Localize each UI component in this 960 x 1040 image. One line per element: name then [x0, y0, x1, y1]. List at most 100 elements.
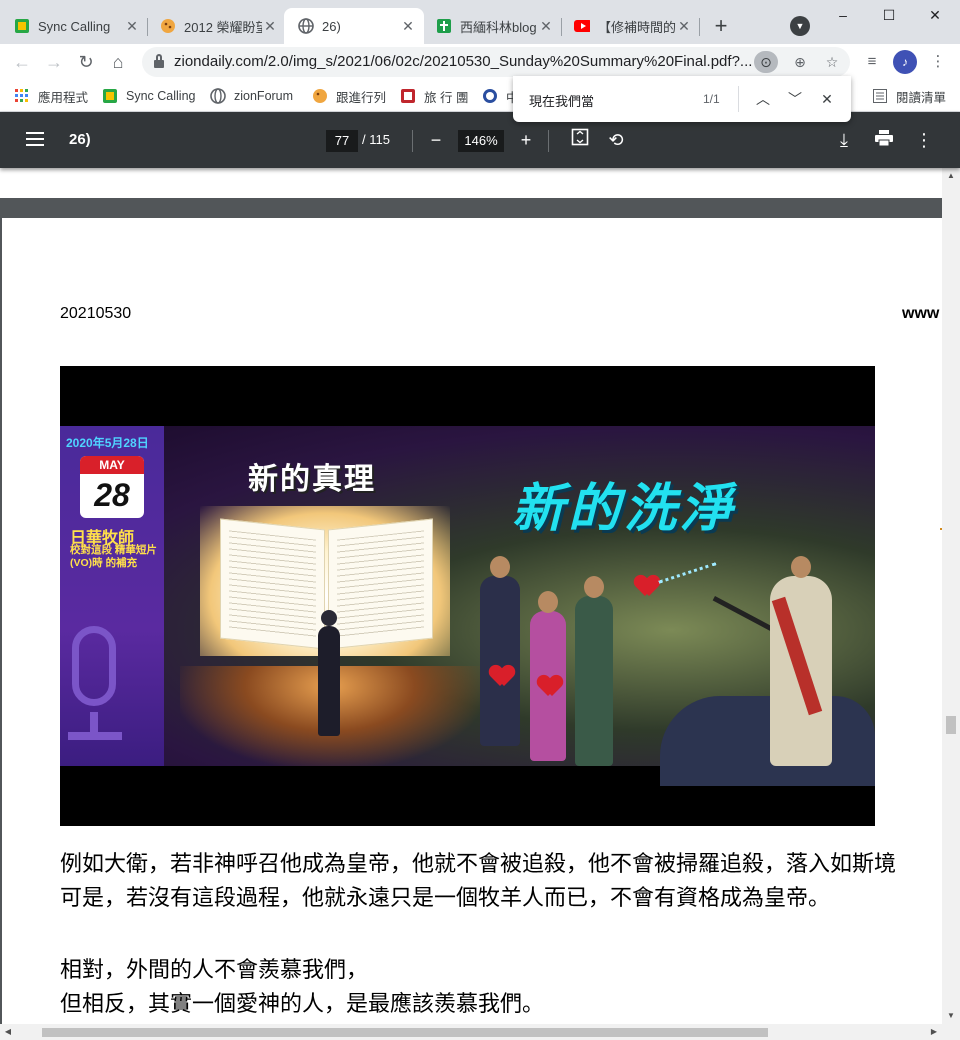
new-tab-button[interactable]: + — [708, 14, 734, 40]
zoom-level-input[interactable]: 146% — [458, 130, 504, 152]
maximize-button[interactable]: ☐ — [866, 0, 912, 30]
rotate-icon[interactable]: ⟲ — [604, 128, 628, 152]
vehicle-shape — [660, 696, 875, 786]
find-previous-icon[interactable]: ︿ — [751, 87, 775, 111]
youtube-icon — [574, 18, 590, 34]
globe-icon — [298, 18, 314, 34]
cookie-icon — [312, 88, 328, 104]
zoom-out-icon[interactable]: − — [424, 128, 448, 152]
lock-icon[interactable] — [154, 54, 164, 68]
page-date: 20210530 — [60, 305, 132, 322]
close-tab-icon[interactable]: ✕ — [538, 18, 554, 34]
find-divider — [738, 86, 739, 112]
find-input[interactable]: 現在我們當 — [529, 91, 594, 110]
close-tab-icon[interactable]: ✕ — [262, 18, 278, 34]
url-text: ziondaily.com/2.0/img_s/2021/06/02c/2021… — [174, 53, 753, 70]
close-window-button[interactable]: ✕ — [912, 0, 958, 30]
vertical-scrollbar[interactable]: ▲ ▼ — [942, 168, 960, 1024]
banner-date: 2020年5月28日 — [66, 436, 149, 450]
banner-sidebar: 2020年5月28日 MAY 28 日華牧師 校對這段 精華短片(VO)時 的補… — [60, 426, 164, 766]
scroll-left-icon[interactable]: ◀ — [0, 1024, 16, 1040]
banner-title-truth: 新的真理 — [248, 463, 376, 496]
tab-title: 2012 榮耀盼望 — [184, 19, 262, 35]
book-page-left — [220, 518, 325, 650]
book-page-right — [328, 518, 433, 650]
pdf-viewport[interactable]: 20210530 www 2020年5月28日 MAY 28 日華牧師 校對這段… — [0, 168, 942, 1024]
tab-title: 西緬科林blog — [460, 19, 537, 35]
sync-calling-icon — [14, 18, 30, 34]
reading-list[interactable]: 閱讀清單 — [872, 84, 946, 108]
find-in-page-icon[interactable]: ⊙ — [754, 51, 778, 73]
bookmark-apps[interactable]: 應用程式 — [14, 84, 88, 108]
fit-page-icon[interactable] — [568, 128, 592, 152]
tab-pdf-active[interactable]: 26) ✕ — [284, 8, 424, 44]
reload-icon[interactable]: ↻ — [72, 48, 100, 76]
person-figure — [575, 576, 613, 766]
green-cross-icon — [436, 18, 452, 34]
print-icon[interactable] — [872, 128, 896, 152]
vertical-scroll-thumb[interactable] — [946, 716, 956, 734]
tab-blog[interactable]: 西緬科林blog ✕ — [422, 8, 562, 44]
back-arrow-icon[interactable]: ← — [8, 48, 36, 76]
horizontal-scrollbar[interactable]: ◀ ▶ — [0, 1024, 960, 1040]
bookmark-label: 應用程式 — [38, 90, 89, 105]
zoom-in-icon[interactable]: + — [514, 128, 538, 152]
find-count: 1/1 — [703, 92, 720, 106]
menu-dots-icon[interactable]: ⋮ — [926, 50, 950, 74]
cookie-icon — [160, 18, 176, 34]
scroll-right-icon[interactable]: ▶ — [926, 1024, 942, 1040]
bookmark-sync-calling[interactable]: Sync Calling — [102, 84, 195, 108]
standing-figure — [318, 610, 340, 736]
zoom-icon[interactable]: ⊕ — [788, 51, 812, 73]
previous-page-edge — [0, 168, 942, 198]
calendar-month: MAY — [80, 456, 144, 474]
paragraph-line: 但相反，其實一個愛神的人，是最應該羨慕我們。 — [60, 992, 545, 1017]
minimize-button[interactable]: – — [820, 0, 866, 30]
bookmark-label: zionForum — [234, 89, 294, 103]
banner-artwork: 2020年5月28日 MAY 28 日華牧師 校對這段 精華短片(VO)時 的補… — [60, 426, 875, 786]
bookmark-followup[interactable]: 跟進行列 — [312, 84, 386, 108]
toolbar-divider — [412, 130, 413, 152]
home-icon[interactable]: ⌂ — [104, 48, 132, 76]
reading-list-icon — [872, 88, 888, 104]
tab-search-icon[interactable]: ▼ — [790, 16, 810, 36]
tab-youtube[interactable]: 【修補時間的 ✕ — [560, 8, 700, 44]
clock-icon — [482, 88, 498, 104]
profile-avatar[interactable]: ♪ — [893, 50, 917, 74]
bookmark-label: Sync Calling — [126, 89, 196, 103]
find-bar: 現在我們當 1/1 ︿ ﹀ ✕ — [513, 76, 851, 122]
scroll-up-icon[interactable]: ▲ — [942, 168, 960, 184]
forward-arrow-icon[interactable]: → — [40, 48, 68, 76]
address-bar[interactable]: ziondaily.com/2.0/img_s/2021/06/02c/2021… — [142, 47, 850, 77]
find-close-icon[interactable]: ✕ — [815, 87, 839, 111]
apps-grid-icon — [14, 88, 30, 104]
globe-icon — [210, 88, 226, 104]
tab-title: 【修補時間的 — [598, 19, 676, 35]
tab-2012[interactable]: 2012 榮耀盼望 ✕ — [146, 8, 286, 44]
bookmark-travel[interactable]: 旅 行 團 — [400, 84, 468, 108]
close-tab-icon[interactable]: ✕ — [124, 18, 140, 34]
find-next-icon[interactable]: ﹀ — [783, 87, 807, 111]
close-tab-icon[interactable]: ✕ — [676, 18, 692, 34]
water-spray — [658, 562, 722, 600]
tab-strip: Sync Calling ✕ 2012 榮耀盼望 ✕ 26) ✕ 西緬科林blo… — [0, 0, 960, 44]
seal-icon — [400, 88, 416, 104]
media-control-icon[interactable]: ≡ — [860, 50, 884, 74]
tab-sync-calling[interactable]: Sync Calling ✕ — [0, 8, 148, 44]
sermon-banner-image: 2020年5月28日 MAY 28 日華牧師 校對這段 精華短片(VO)時 的補… — [60, 366, 875, 826]
page-website: www — [902, 305, 940, 322]
reading-list-label: 閱讀清單 — [896, 90, 947, 105]
close-tab-icon[interactable]: ✕ — [400, 18, 416, 34]
paragraph-line: 例如大衛，若非神呼召他成為皇帝，他就不會被追殺，他不會被掃羅追殺，落入如斯境 — [60, 852, 897, 877]
scroll-down-icon[interactable]: ▼ — [942, 1008, 960, 1024]
banner-description: 校對這段 精華短片(VO)時 的補充 — [70, 544, 157, 569]
bookmark-zionforum[interactable]: zionForum — [210, 84, 293, 108]
bookmark-star-icon[interactable]: ☆ — [820, 51, 844, 73]
download-icon[interactable]: ⤓ — [832, 128, 856, 152]
horizontal-scroll-thumb[interactable] — [42, 1028, 768, 1037]
menu-icon[interactable] — [26, 132, 44, 146]
heart-icon — [490, 666, 514, 688]
page-number-input[interactable]: 77 — [326, 130, 358, 152]
bookmark-label: 旅 行 團 — [424, 90, 469, 105]
more-options-icon[interactable]: ⋮ — [912, 128, 936, 152]
